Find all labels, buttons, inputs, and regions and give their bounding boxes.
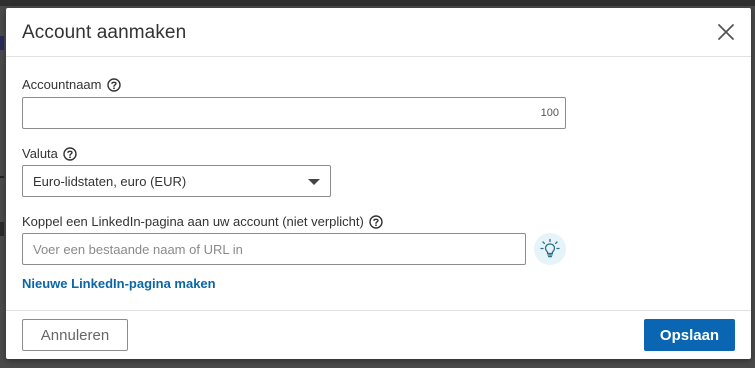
currency-label-row: Valuta (22, 146, 77, 161)
close-icon (718, 24, 734, 40)
linkedin-page-placeholder: Voer een bestaande naam of URL in (33, 242, 243, 257)
account-name-label-row: Accountnaam (22, 77, 121, 92)
lightbulb-icon (540, 238, 560, 258)
tip-button[interactable] (534, 233, 566, 265)
linkedin-page-label-row: Koppel een LinkedIn-pagina aan uw accoun… (22, 214, 383, 229)
currency-label: Valuta (22, 146, 58, 161)
backdrop-fragment (0, 176, 4, 178)
char-limit-counter: 100 (540, 107, 559, 119)
create-linkedin-page-link[interactable]: Nieuwe LinkedIn-pagina maken (22, 276, 216, 291)
backdrop-fragment (0, 222, 4, 236)
close-button[interactable] (712, 18, 740, 46)
currency-selected-value: Euro-lidstaten, euro (EUR) (33, 174, 187, 189)
help-icon[interactable] (369, 214, 383, 229)
create-account-dialog: Account aanmaken Accountnaam 100 Valuta (6, 8, 751, 359)
linkedin-page-label: Koppel een LinkedIn-pagina aan uw accoun… (22, 214, 364, 229)
save-button[interactable]: Opslaan (644, 319, 735, 351)
cancel-button[interactable]: Annuleren (22, 319, 128, 351)
backdrop-top (0, 0, 755, 6)
help-icon[interactable] (63, 146, 77, 161)
dialog-header: Account aanmaken (6, 8, 751, 57)
account-name-input[interactable]: 100 (22, 97, 566, 129)
dialog-title: Account aanmaken (22, 22, 187, 43)
account-name-label: Accountnaam (22, 77, 102, 92)
footer-divider (6, 310, 751, 311)
currency-select[interactable]: Euro-lidstaten, euro (EUR) (22, 165, 331, 197)
linkedin-page-input[interactable]: Voer een bestaande naam of URL in (22, 233, 526, 265)
backdrop-fragment (0, 36, 4, 50)
caret-down-icon (308, 179, 320, 185)
help-icon[interactable] (106, 77, 121, 92)
